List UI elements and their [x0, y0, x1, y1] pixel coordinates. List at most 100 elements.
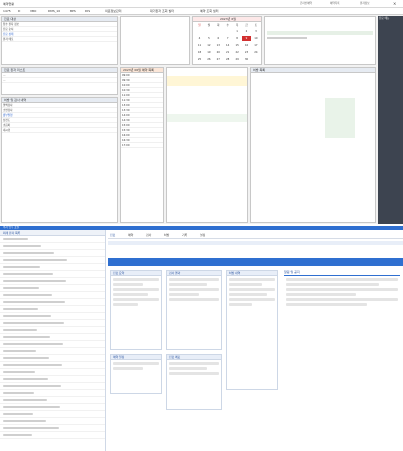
toolbar-item-1[interactable]: D	[18, 9, 20, 13]
calendar-day	[204, 29, 213, 34]
outpatient-row[interactable]	[0, 355, 105, 362]
calendar-panel: 2023년 6월 일 월 화 수 목 금 토 1 2 3 4 5 6 7 8 9 10 11 12 13 14 15 16 1…	[192, 16, 262, 65]
calendar-day[interactable]: 27	[214, 57, 223, 62]
outpatient-row[interactable]	[0, 411, 105, 418]
outpatient-row[interactable]	[0, 264, 105, 271]
calendar-day[interactable]: 14	[223, 43, 232, 48]
status-item-1[interactable]: 예약목록	[330, 1, 340, 5]
outpatient-row[interactable]	[0, 383, 105, 390]
sub-toolbar	[108, 241, 403, 245]
outpatient-row[interactable]	[0, 404, 105, 411]
outpatient-row[interactable]	[0, 390, 105, 397]
toolbar-item-3[interactable]: DMS_10	[48, 9, 60, 13]
tab-3[interactable]: 처방	[164, 233, 169, 237]
notice-title: 알림 및 공지	[284, 270, 400, 276]
outpatient-row[interactable]	[0, 271, 105, 278]
outpatient-row[interactable]	[0, 432, 105, 439]
calendar-day[interactable]: 16	[242, 43, 251, 48]
redacted-text	[3, 294, 52, 296]
status-item-2[interactable]: 환자정보	[360, 1, 370, 5]
outpatient-row[interactable]	[0, 397, 105, 404]
outpatient-row[interactable]	[0, 313, 105, 320]
tab-4[interactable]: 기록	[182, 233, 187, 237]
calendar-day[interactable]: 4	[195, 36, 204, 41]
outpatient-row[interactable]	[0, 278, 105, 285]
calendar-day[interactable]: 8	[233, 36, 242, 41]
calendar-day[interactable]: 22	[233, 50, 242, 55]
tab-1[interactable]: 예약	[128, 233, 133, 237]
calendar-day[interactable]: 25	[195, 57, 204, 62]
calendar-day[interactable]: 6	[214, 36, 223, 41]
calendar-day[interactable]: 24	[251, 50, 260, 55]
redacted-text	[3, 266, 40, 268]
outpatient-row[interactable]	[0, 369, 105, 376]
outpatient-row[interactable]	[0, 334, 105, 341]
outpatient-row[interactable]	[0, 257, 105, 264]
redacted-text	[3, 364, 62, 366]
outpatient-row[interactable]	[0, 306, 105, 313]
redacted-text	[3, 413, 33, 415]
calendar-day[interactable]: 23	[242, 50, 251, 55]
redacted-text	[3, 315, 51, 317]
schedule-panel: 2023년 06월 예약 목록 09:00 09:30 10:00 10:30 11:0…	[120, 67, 164, 223]
tab-2[interactable]: 검사	[146, 233, 151, 237]
close-icon[interactable]: ×	[393, 1, 396, 6]
toolbar-item-5[interactable]: DIS	[85, 9, 90, 13]
calendar-day[interactable]: 17	[251, 43, 260, 48]
outpatient-row[interactable]	[0, 236, 105, 243]
outpatient-row[interactable]	[0, 320, 105, 327]
outpatient-row[interactable]	[0, 418, 105, 425]
outpatient-row[interactable]	[0, 327, 105, 334]
tab-0[interactable]: 진료	[110, 233, 115, 237]
calendar-day	[251, 57, 260, 62]
outpatient-row[interactable]	[0, 376, 105, 383]
calendar-day[interactable]: 30	[242, 57, 251, 62]
toolbar-item-0[interactable]: 1475	[3, 9, 11, 13]
redacted-text	[3, 385, 61, 387]
toolbar-item-4[interactable]: BPS	[70, 9, 76, 13]
calendar-day[interactable]: 26	[204, 57, 213, 62]
calendar-weekday: 월	[207, 24, 211, 27]
calendar-day	[214, 29, 223, 34]
redacted-text	[3, 434, 32, 436]
calendar-day[interactable]: 29	[233, 57, 242, 62]
tab-5[interactable]: 설정	[200, 233, 205, 237]
status-item-0[interactable]: 온라인예약	[300, 1, 312, 5]
calendar-day[interactable]: 19	[204, 50, 213, 55]
outpatient-row[interactable]	[0, 299, 105, 306]
calendar-day[interactable]: 18	[195, 50, 204, 55]
outpatient-row[interactable]	[0, 243, 105, 250]
calendar-day[interactable]: 9	[242, 36, 251, 41]
calendar-day[interactable]: 7	[223, 36, 232, 41]
calendar-day[interactable]: 20	[214, 50, 223, 55]
calendar-day[interactable]: 10	[251, 36, 260, 41]
calendar-day[interactable]: 15	[233, 43, 242, 48]
patient-list-row[interactable]: —	[2, 78, 117, 83]
calendar-day[interactable]: 28	[223, 57, 232, 62]
redacted-text	[3, 427, 59, 429]
outpatient-row[interactable]	[0, 292, 105, 299]
outpatient-row[interactable]	[0, 362, 105, 369]
outpatient-list: 외래 환자 목록	[0, 230, 106, 451]
prescription-panel: 처방 목록	[250, 67, 376, 223]
schedule-time-row[interactable]: 17:00	[121, 143, 163, 148]
toolbar-item-7[interactable]: 대기환자 조회 필터	[150, 9, 174, 13]
outpatient-row[interactable]	[0, 250, 105, 257]
toolbar-item-2[interactable]: VBO	[30, 9, 36, 13]
calendar-day[interactable]: 12	[204, 43, 213, 48]
outpatient-row[interactable]	[0, 348, 105, 355]
redacted-text	[3, 357, 49, 359]
calendar-day[interactable]: 5	[204, 36, 213, 41]
outpatient-row[interactable]	[0, 285, 105, 292]
calendar-day[interactable]: 21	[223, 50, 232, 55]
calendar-day[interactable]: 13	[214, 43, 223, 48]
outpatient-row[interactable]	[0, 425, 105, 432]
outpatient-row[interactable]	[0, 341, 105, 348]
calendar-day[interactable]: 2	[242, 29, 251, 34]
calendar-day[interactable]: 1	[233, 29, 242, 34]
calendar-day[interactable]: 3	[251, 29, 260, 34]
orders-row-5[interactable]: 내시경	[2, 128, 117, 133]
toolbar-item-8[interactable]: 예약 조회 필터	[200, 9, 218, 13]
toolbar-item-6[interactable]: 의료정보관리	[105, 9, 122, 13]
calendar-day[interactable]: 11	[195, 43, 204, 48]
